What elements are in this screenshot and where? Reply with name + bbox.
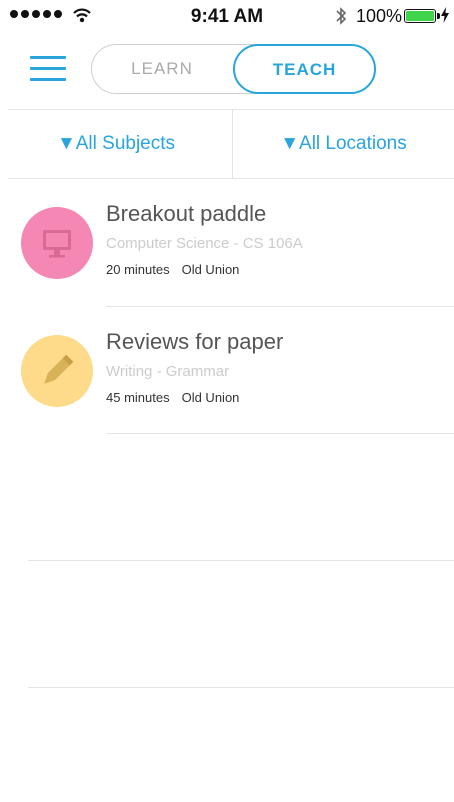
item-location: Old Union bbox=[181, 262, 240, 277]
item-title: Reviews for paper bbox=[106, 329, 284, 354]
status-bar: 9:41 AM 100% bbox=[0, 0, 454, 32]
charging-bolt-icon bbox=[441, 7, 449, 23]
battery-icon bbox=[404, 9, 440, 23]
tab-teach[interactable]: TEACH bbox=[233, 43, 376, 94]
item-subtitle: Computer Science - CS 106A bbox=[106, 235, 303, 252]
pencil-icon bbox=[21, 335, 93, 407]
monitor-icon bbox=[21, 207, 93, 279]
item-title: Breakout paddle bbox=[106, 201, 267, 226]
hamburger-menu-icon[interactable] bbox=[30, 54, 66, 84]
item-location: Old Union bbox=[181, 390, 240, 405]
locations-filter-button[interactable]: ▼All Locations bbox=[233, 110, 454, 178]
item-duration: 20 minutes bbox=[106, 262, 170, 277]
item-meta: 20 minutes Old Union bbox=[106, 262, 251, 277]
item-duration: 45 minutes bbox=[106, 390, 170, 405]
item-meta: 45 minutes Old Union bbox=[106, 390, 251, 405]
bluetooth-icon bbox=[336, 7, 347, 25]
item-subtitle: Writing - Grammar bbox=[106, 363, 230, 380]
list-item[interactable]: Breakout paddle Computer Science - CS 10… bbox=[0, 179, 454, 306]
battery-percent: 100% bbox=[356, 6, 403, 26]
divider bbox=[28, 560, 454, 561]
tab-learn[interactable]: LEARN bbox=[92, 45, 232, 92]
divider bbox=[106, 433, 454, 434]
list-item[interactable]: Reviews for paper Writing - Grammar 45 m… bbox=[0, 307, 454, 434]
divider bbox=[28, 687, 454, 688]
subjects-filter-button[interactable]: ▼All Subjects bbox=[0, 110, 232, 178]
learn-teach-toggle: LEARN TEACH bbox=[91, 43, 376, 94]
